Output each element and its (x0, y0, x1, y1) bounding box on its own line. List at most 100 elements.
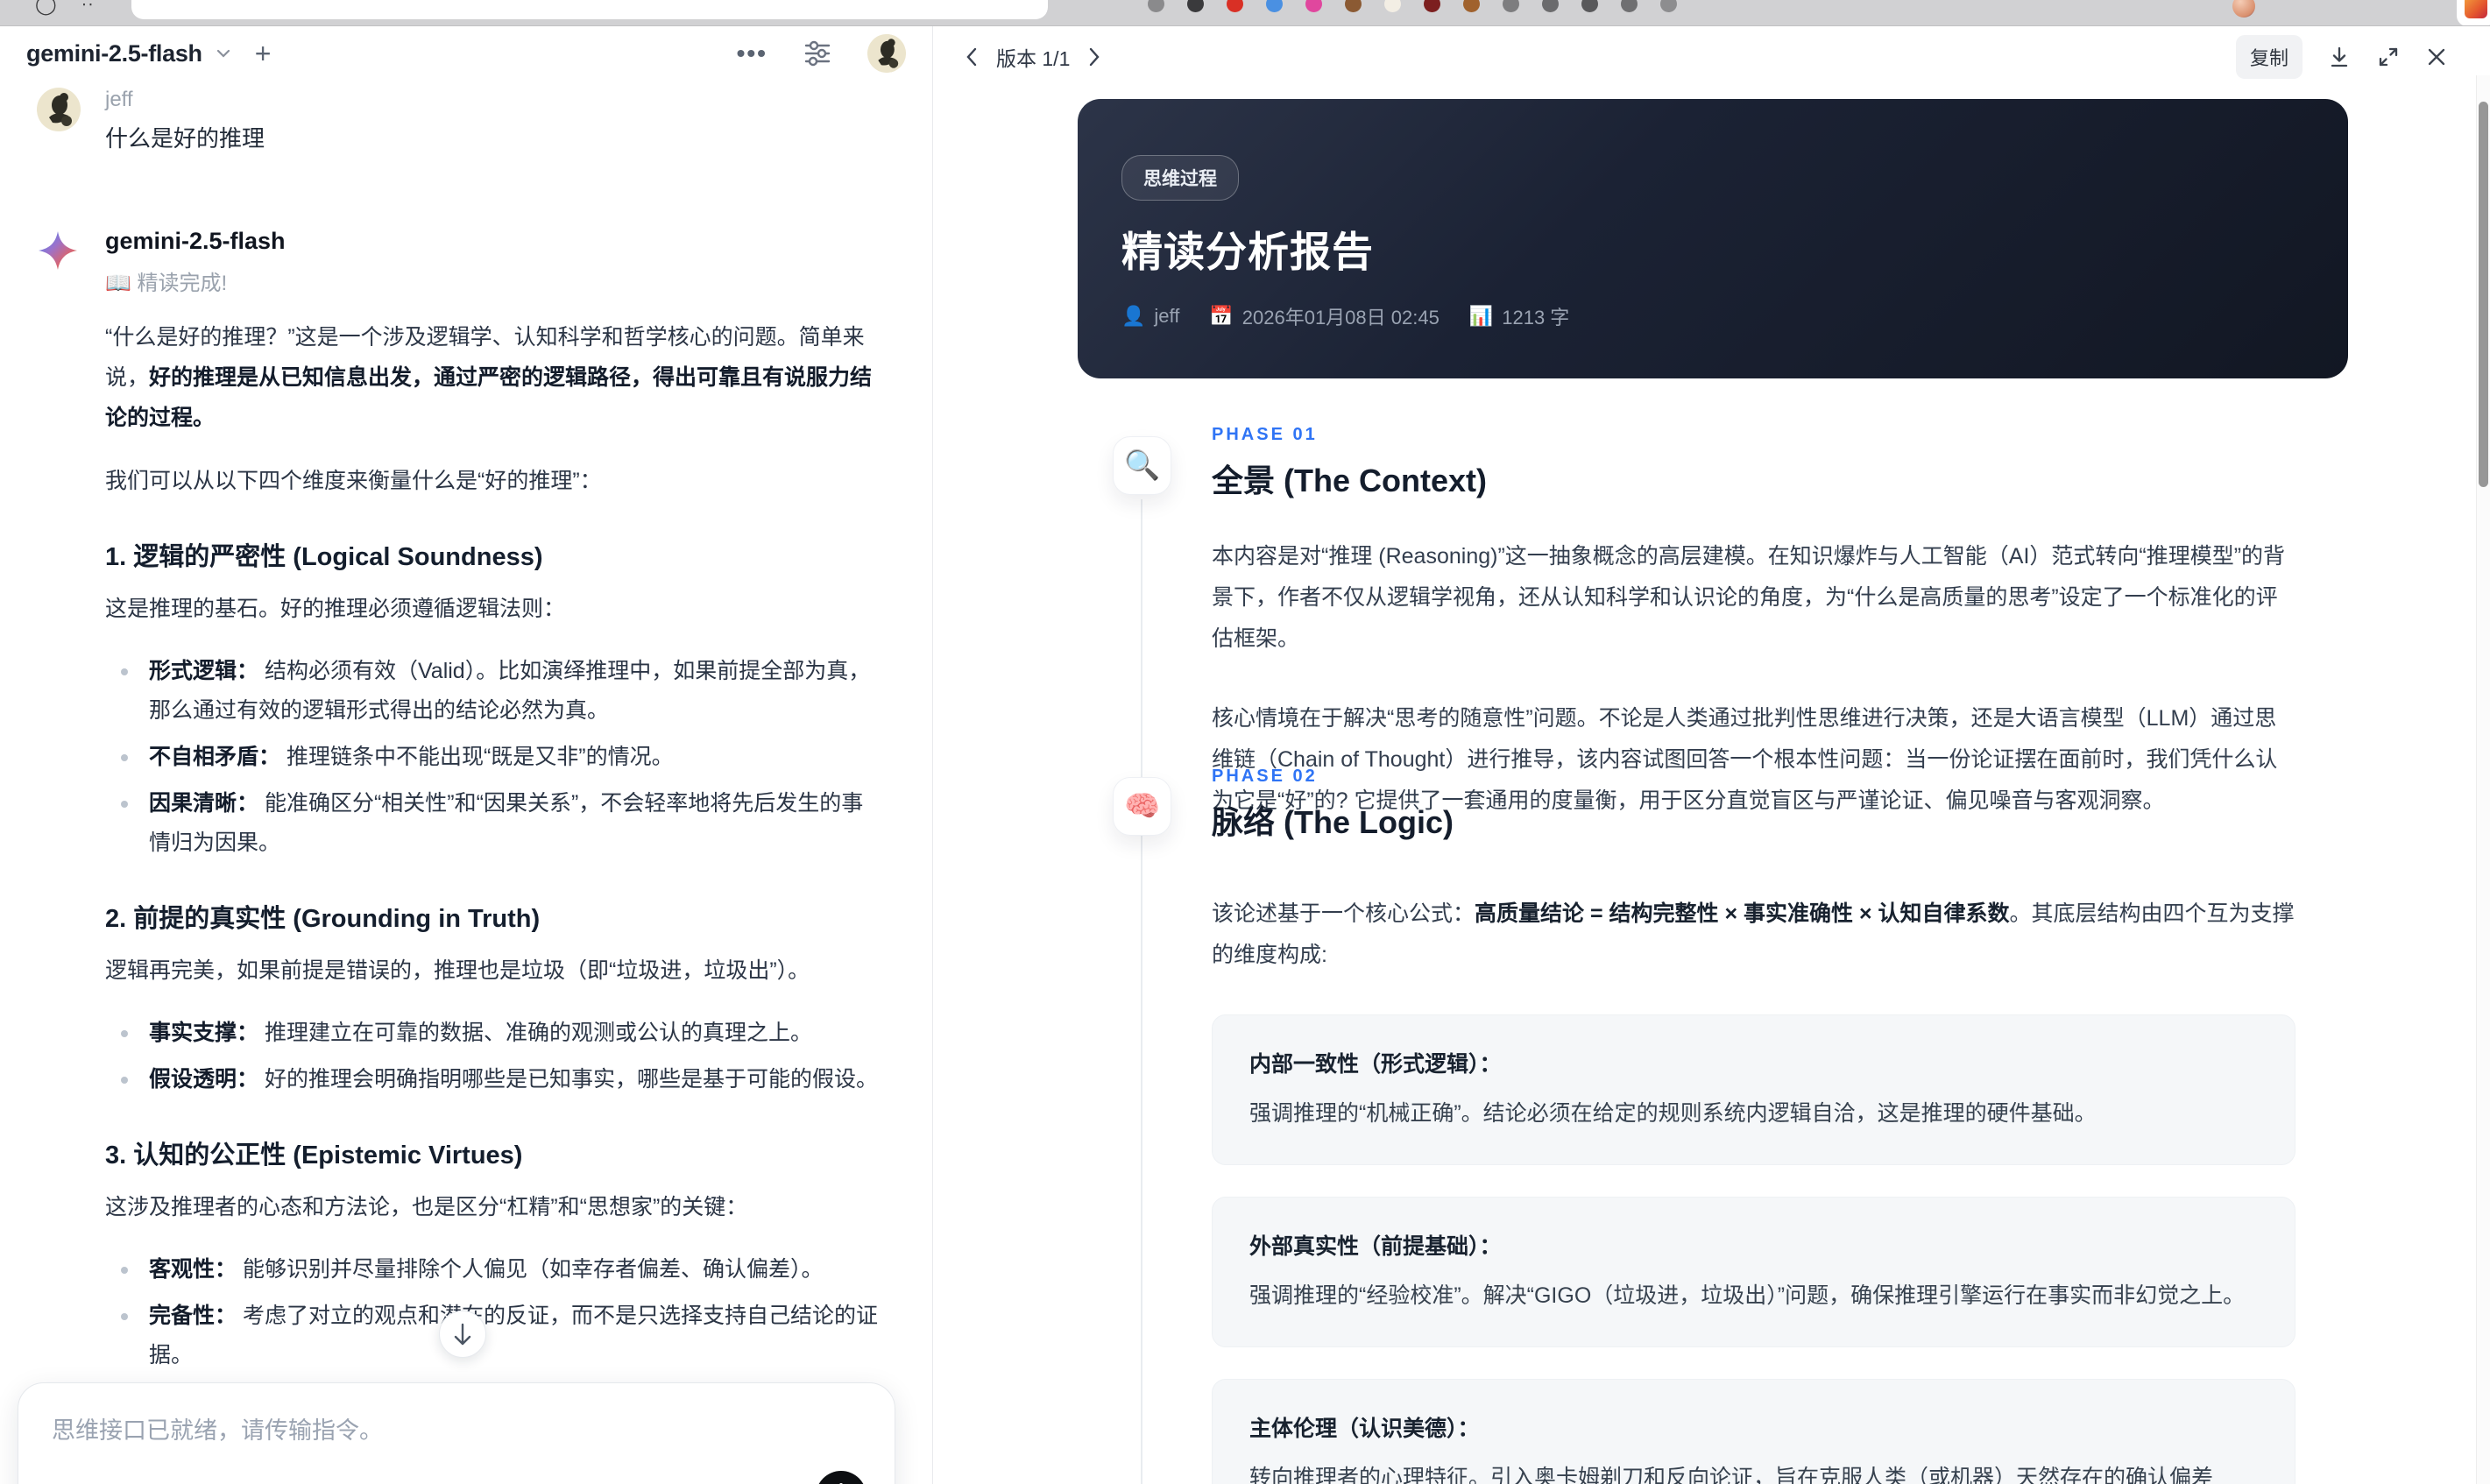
phase1-search-icon: 🔍 (1113, 436, 1171, 495)
calendar-icon: 📅 (1209, 305, 1234, 327)
extension-dot-red[interactable] (1227, 0, 1243, 12)
section-heading-2: 2. 前提的真实性 (Grounding in Truth) (105, 905, 541, 933)
section-heading-1: 1. 逻辑的严密性 (Logical Soundness) (105, 543, 543, 571)
extension-dot-gray[interactable] (1148, 0, 1164, 12)
phase2-title: 脉络 (The Logic) (1212, 804, 1454, 840)
bullet-item: 事实支撑： 推理建立在可靠的数据、准确的观测或公认的真理之上。 (105, 1014, 884, 1053)
bullet-item: 形式逻辑： 结构必须有效（Valid）。比如演绎推理中，如果前提全部为真，那么通… (105, 652, 884, 731)
report-author: jeff (1154, 305, 1180, 327)
artifact-panel: 版本 1/1 复制 思维过程 精读分析报告 👤 jeff 📅 2026年01月0… (933, 26, 2490, 1484)
voice-input-button[interactable] (816, 1471, 867, 1484)
extension-dot-cream[interactable] (1384, 0, 1401, 12)
user-name: jeff (105, 88, 133, 111)
phase2-lead-paragraph: 该论述基于一个核心公式：高质量结论 = 结构完整性 × 事实准确性 × 认知自律… (1212, 901, 2295, 967)
extension-dot-gray6[interactable] (1660, 0, 1677, 12)
composer-input[interactable]: 思维接口已就绪，请传输指令。 (18, 1383, 895, 1445)
phase1-title: 全景 (The Context) (1212, 463, 1487, 498)
browser-extension-row (1148, 0, 1677, 15)
extension-dot-brown[interactable] (1345, 0, 1362, 12)
assistant-intro-paragraph: “什么是好的推理？”这是一个涉及逻辑学、认知科学和哲学核心的问题。简单来说，好的… (105, 325, 873, 430)
assistant-paragraph: 我们可以从以下四个维度来衡量什么是“好的推理”： (105, 469, 602, 493)
phase2-eyebrow: PHASE 02 (1212, 767, 1318, 786)
extension-dot-dark[interactable] (1187, 0, 1204, 12)
assistant-name: gemini-2.5-flash (105, 228, 286, 254)
phase1-paragraph-1: 本内容是对“推理 (Reasoning)”这一抽象概念的高层建模。在知识爆炸与人… (1212, 544, 2286, 651)
logic-box-2-title: 外部真实性（前提基础）： (1249, 1234, 1502, 1259)
extension-dot-gray2[interactable] (1503, 0, 1519, 12)
bullet-item: 不自相矛盾： 推理链条中不能出现“既是又非”的情况。 (105, 738, 884, 777)
logic-box-1-title: 内部一致性（形式逻辑）： (1249, 1052, 1502, 1077)
assistant-status: 📖 精读完成! (105, 272, 228, 295)
expand-icon[interactable] (2376, 45, 2401, 69)
browser-address-bar[interactable] (131, 0, 1048, 19)
user-avatar (37, 88, 81, 131)
extension-dot-tan[interactable] (1463, 0, 1480, 12)
bullet-item: 客观性： 能够识别并尽量排除个人偏见（如幸存者偏差、确认偏差）。 (105, 1250, 884, 1290)
composer: 思维接口已就绪，请传输指令。 + ❖ (18, 1382, 895, 1484)
logic-box-3: 主体伦理（认识美德）： 转向推理者的心理特征。引入奥卡姆剃刀和反向论证，旨在克服… (1212, 1379, 2295, 1484)
phase-timeline-line (1141, 499, 1142, 1484)
artifact-scrollbar-thumb[interactable] (2479, 102, 2488, 487)
browser-profile-avatar[interactable] (2232, 0, 2255, 18)
user-message: jeff 什么是好的推理 (37, 88, 884, 153)
close-icon[interactable] (2425, 46, 2448, 68)
more-options-button[interactable]: ••• (737, 39, 768, 67)
browser-corner-app-icon[interactable] (2457, 0, 2490, 25)
version-prev-button[interactable] (963, 46, 980, 68)
report-badge: 思维过程 (1121, 155, 1239, 201)
extension-dot-gray4[interactable] (1581, 0, 1598, 12)
section-heading-3: 3. 认知的公正性 (Epistemic Virtues) (105, 1141, 523, 1170)
word-count-icon: 📊 (1468, 305, 1494, 327)
user-message-text: 什么是好的推理 (105, 125, 265, 152)
artifact-scrollbar[interactable] (2476, 75, 2490, 1484)
author-icon: 👤 (1121, 305, 1146, 327)
arrow-down-icon (454, 1323, 471, 1346)
browser-tab-grid-icon[interactable]: ∷ (82, 0, 94, 11)
extension-dot-gray5[interactable] (1621, 0, 1638, 12)
report-date: 2026年01月08日 02:45 (1241, 307, 1440, 329)
extension-dot-blue[interactable] (1266, 0, 1283, 12)
report-title: 精读分析报告 (1121, 229, 1374, 275)
extension-dot-darkred[interactable] (1424, 0, 1440, 12)
section-lead-1: 这是推理的基石。好的推理必须遵循逻辑法则： (105, 597, 566, 621)
bullet-list-1: 形式逻辑： 结构必须有效（Valid）。比如演绎推理中，如果前提全部为真，那么通… (105, 652, 884, 863)
chat-message-list[interactable]: jeff 什么是好的推理 gemini-2.5-flash 📖 精读完成! “什… (0, 81, 932, 1484)
browser-reload-icon[interactable]: ◯ (35, 0, 57, 16)
report-word-count: 1213 字 (1502, 307, 1570, 329)
chat-header: gemini-2.5-flash + ••• (0, 26, 932, 81)
model-selector[interactable]: gemini-2.5-flash (26, 40, 202, 67)
download-icon[interactable] (2327, 45, 2352, 69)
extension-dot-pink[interactable] (1305, 0, 1322, 12)
gemini-logo-icon (37, 230, 81, 272)
logic-box-2: 外部真实性（前提基础）： 强调推理的“经验校准”。解决“GIGO（垃圾进，垃圾出… (1212, 1197, 2295, 1347)
extension-dot-gray3[interactable] (1542, 0, 1559, 12)
report-meta: 👤 jeff 📅 2026年01月08日 02:45 📊 1213 字 (1121, 302, 1569, 330)
section-lead-2: 逻辑再完美，如果前提是错误的，推理也是垃圾（即“垃圾进，垃圾出”）。 (105, 958, 810, 983)
bullet-item: 完备性： 考虑了对立的观点和潜在的反证，而不是只选择支持自己结论的证据。 (105, 1297, 884, 1375)
phase2-brain-icon: 🧠 (1113, 777, 1171, 836)
copy-button[interactable]: 复制 (2235, 35, 2303, 79)
logic-box-1-text: 强调推理的“机械正确”。结论必须在给定的规则系统内逻辑自洽，这是推理的硬件基础。 (1249, 1101, 2097, 1126)
scroll-to-bottom-button[interactable] (439, 1311, 486, 1358)
bullet-list-2: 事实支撑： 推理建立在可靠的数据、准确的观测或公认的真理之上。 假设透明： 好的… (105, 1014, 884, 1099)
app-window: ◯ ∷ gemini-2.5-flash + ••• jeff 什么是好的推理 … (0, 0, 2490, 1484)
user-avatar[interactable] (867, 34, 906, 73)
chevron-down-icon[interactable] (215, 45, 232, 62)
assistant-message: gemini-2.5-flash 📖 精读完成! “什么是好的推理？”这是一个涉… (37, 228, 884, 1484)
version-next-button[interactable] (1086, 46, 1103, 68)
settings-sliders-icon[interactable] (803, 39, 832, 68)
section-lead-3: 这涉及推理者的心态和方法论，也是区分“杠精”和“思想家”的关键： (105, 1195, 748, 1219)
report-hero-card: 思维过程 精读分析报告 👤 jeff 📅 2026年01月08日 02:45 📊 12… (1078, 99, 2348, 378)
logic-box-3-title: 主体伦理（认识美德）： (1249, 1417, 1480, 1441)
artifact-toolbar: 版本 1/1 复制 (933, 26, 2490, 88)
chat-panel: gemini-2.5-flash + ••• jeff 什么是好的推理 gemi… (0, 26, 933, 1484)
new-chat-button[interactable]: + (255, 39, 272, 67)
phase2-section: PHASE 02 脉络 (The Logic) 该论述基于一个核心公式：高质量结… (1212, 767, 2295, 1484)
bullet-item: 假设透明： 好的推理会明确指明哪些是已知事实，哪些是基于可能的假设。 (105, 1060, 884, 1099)
logic-box-3-text: 转向推理者的心理特征。引入奥卡姆剃刀和反向论证，旨在克服人类（或机器）天然存在的… (1249, 1466, 2214, 1484)
browser-toolbar: ◯ ∷ (0, 0, 2490, 26)
phase1-eyebrow: PHASE 01 (1212, 425, 1318, 444)
logic-box-2-text: 强调推理的“经验校准”。解决“GIGO（垃圾进，垃圾出）”问题，确保推理引擎运行… (1249, 1283, 2246, 1308)
bullet-item: 因果清晰： 能准确区分“相关性”和“因果关系”，不会轻率地将先后发生的事情归为因… (105, 784, 884, 863)
version-label: 版本 1/1 (996, 47, 1071, 70)
